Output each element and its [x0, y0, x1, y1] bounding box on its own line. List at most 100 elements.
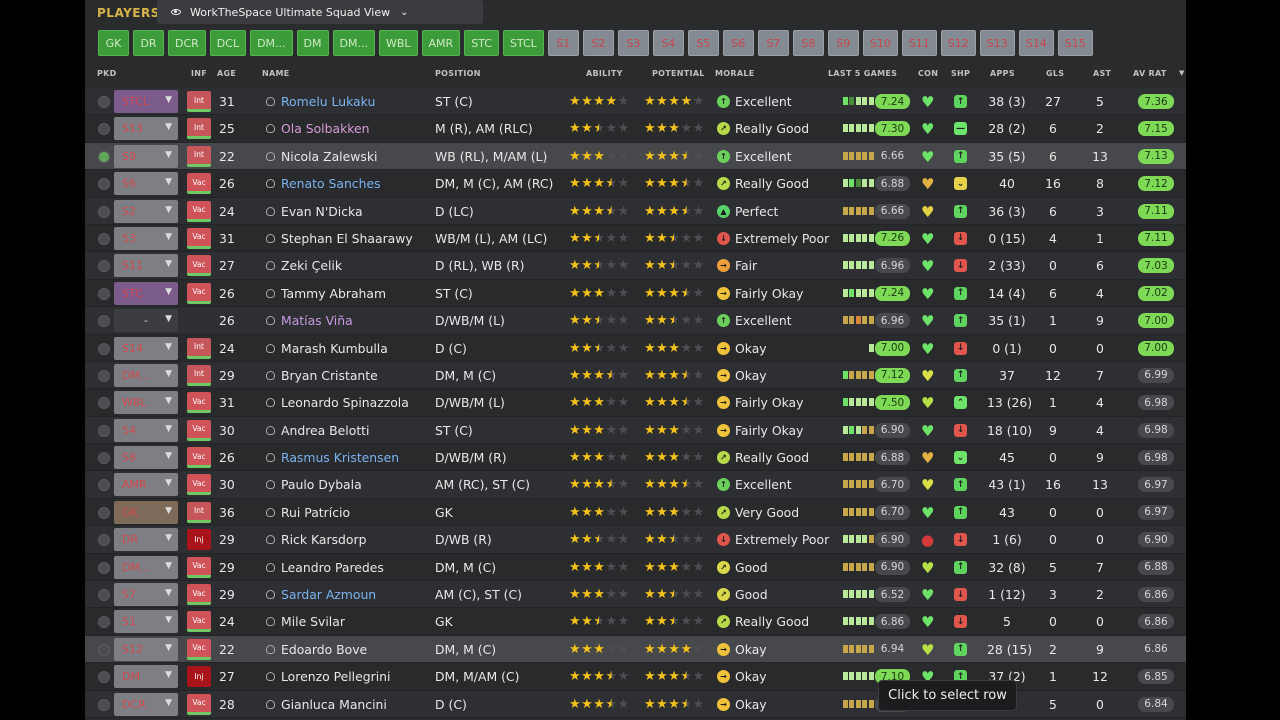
position-select[interactable]: S1 ▼ — [114, 610, 178, 634]
table-row[interactable]: S12 ▼ Vac 22 Edoardo Bove DM, M (C) ★★★★… — [85, 635, 1186, 664]
status-badge[interactable]: Vac — [187, 638, 211, 660]
position-select[interactable]: GK ▼ — [114, 500, 178, 524]
status-badge[interactable]: Vac — [187, 282, 211, 304]
player-name[interactable]: Renato Sanches — [281, 176, 381, 191]
status-badge[interactable]: Int — [187, 501, 211, 523]
picked-checkbox[interactable] — [98, 534, 110, 547]
player-name[interactable]: Marash Kumbulla — [281, 341, 388, 356]
position-select[interactable]: - ▼ — [114, 309, 178, 333]
filter-chip-s9[interactable]: S9 — [827, 30, 859, 56]
position-select[interactable]: DM... ▼ — [114, 363, 178, 387]
table-row[interactable]: DM ▼ Inj 27 Lorenzo Pellegrini DM, M/AM … — [85, 663, 1186, 691]
col-pkd[interactable]: PKD — [97, 69, 117, 78]
position-select[interactable]: S7 ▼ — [114, 583, 178, 607]
player-name[interactable]: Leandro Paredes — [281, 560, 384, 575]
picked-checkbox[interactable] — [98, 424, 110, 437]
col-inf[interactable]: INF — [191, 69, 207, 78]
table-row[interactable]: S4 ▼ Vac 30 Andrea Belotti ST (C) ★★★★★ … — [85, 416, 1186, 445]
col-ability[interactable]: ABILITY — [586, 69, 623, 78]
picked-checkbox[interactable] — [98, 452, 110, 465]
status-badge[interactable]: Vac — [187, 611, 211, 633]
status-badge[interactable]: Int — [187, 364, 211, 386]
picked-checkbox[interactable] — [98, 643, 110, 656]
picked-checkbox[interactable] — [98, 589, 110, 602]
status-badge[interactable]: Vac — [187, 584, 211, 606]
picked-checkbox[interactable] — [98, 178, 110, 191]
player-name[interactable]: Edoardo Bove — [281, 642, 367, 657]
status-badge[interactable]: Int — [187, 91, 211, 112]
player-name[interactable]: Paulo Dybala — [281, 477, 362, 492]
table-row[interactable]: DR ▼ Inj 29 Rick Karsdorp D/WB (R) ★★★★★… — [85, 526, 1186, 554]
picked-checkbox[interactable] — [98, 260, 110, 273]
filter-chip-s14[interactable]: S14 — [1018, 30, 1054, 56]
position-select[interactable]: STCL ▼ — [114, 90, 178, 113]
status-badge[interactable]: Vac — [187, 255, 211, 277]
position-select[interactable]: AMR ▼ — [114, 473, 178, 497]
table-row[interactable]: DM... ▼ Vac 29 Leandro Paredes DM, M (C)… — [85, 553, 1186, 582]
status-badge[interactable]: Inj — [187, 666, 211, 688]
filter-chip-dm[interactable]: DM — [296, 30, 329, 56]
picked-checkbox[interactable] — [98, 232, 110, 245]
filter-chip-dm[interactable]: DM... — [332, 30, 375, 56]
table-row[interactable]: S8 ▼ Vac 26 Rasmus Kristensen D/WB/M (R)… — [85, 444, 1186, 472]
picked-checkbox[interactable] — [98, 616, 110, 629]
filter-chip-dr[interactable]: DR — [133, 30, 164, 56]
player-name[interactable]: Matías Viña — [281, 313, 353, 328]
position-select[interactable]: S11 ▼ — [114, 254, 178, 278]
filter-chip-s5[interactable]: S5 — [687, 30, 719, 56]
picked-checkbox[interactable] — [98, 96, 110, 108]
col-age[interactable]: AGE — [217, 69, 236, 78]
table-row[interactable]: AMR ▼ Vac 30 Paulo Dybala AM (RC), ST (C… — [85, 471, 1186, 499]
position-select[interactable]: S9 ▼ — [114, 144, 178, 168]
picked-checkbox[interactable] — [98, 561, 110, 574]
filter-chip-s12[interactable]: S12 — [940, 30, 976, 56]
col-avrat[interactable]: AV RAT — [1133, 69, 1167, 78]
picked-checkbox[interactable] — [98, 205, 110, 218]
picked-checkbox[interactable] — [98, 698, 110, 711]
picked-checkbox[interactable] — [98, 342, 110, 355]
filter-chip-s4[interactable]: S4 — [652, 30, 684, 56]
col-apps[interactable]: APPS — [990, 69, 1015, 78]
player-name[interactable]: Bryan Cristante — [281, 368, 378, 383]
filter-chip-s1[interactable]: S1 — [547, 30, 579, 56]
position-select[interactable]: STC ▼ — [114, 281, 178, 305]
table-row[interactable]: WBL ▼ Vac 31 Leonardo Spinazzola D/WB/M … — [85, 389, 1186, 417]
position-select[interactable]: S6 ▼ — [114, 172, 178, 196]
position-select[interactable]: S3 ▼ — [114, 226, 178, 250]
position-select[interactable]: S4 ▼ — [114, 418, 178, 442]
status-badge[interactable]: Vac — [187, 474, 211, 496]
table-row[interactable]: S13 ▼ Int 25 Ola Solbakken M (R), AM (RL… — [85, 115, 1186, 143]
status-badge[interactable]: Vac — [187, 447, 211, 469]
player-name[interactable]: Andrea Belotti — [281, 423, 369, 438]
filter-chip-s7[interactable]: S7 — [757, 30, 789, 56]
filter-chip-s3[interactable]: S3 — [617, 30, 649, 56]
table-row[interactable]: S14 ▼ Int 24 Marash Kumbulla D (C) ★★★★★… — [85, 334, 1186, 362]
col-shp[interactable]: SHP — [951, 69, 970, 78]
position-select[interactable]: S14 ▼ — [114, 336, 178, 360]
filter-chip-s11[interactable]: S11 — [901, 30, 937, 56]
picked-checkbox[interactable] — [98, 506, 110, 519]
position-select[interactable]: S13 ▼ — [114, 117, 178, 141]
picked-checkbox[interactable] — [98, 671, 110, 684]
table-row[interactable]: STCL ▼ Int 31 Romelu Lukaku ST (C) ★★★★★… — [85, 88, 1186, 116]
player-name[interactable]: Sardar Azmoun — [281, 587, 376, 602]
position-select[interactable]: S2 ▼ — [114, 199, 178, 223]
player-name[interactable]: Rasmus Kristensen — [281, 450, 399, 465]
col-name[interactable]: NAME — [262, 69, 290, 78]
filter-chip-s15[interactable]: S15 — [1057, 30, 1093, 56]
table-row[interactable]: STC ▼ Vac 26 Tammy Abraham ST (C) ★★★★★ … — [85, 279, 1186, 308]
status-badge[interactable]: Vac — [187, 227, 211, 249]
filter-chip-s10[interactable]: S10 — [862, 30, 898, 56]
picked-checkbox[interactable] — [98, 287, 110, 300]
status-badge[interactable]: Vac — [187, 693, 211, 715]
player-name[interactable]: Gianluca Mancini — [281, 697, 387, 712]
position-select[interactable]: DM ▼ — [114, 665, 178, 689]
picked-checkbox[interactable] — [98, 315, 110, 328]
status-badge[interactable]: Vac — [187, 556, 211, 578]
player-name[interactable]: Tammy Abraham — [281, 286, 386, 301]
table-row[interactable]: S1 ▼ Vac 24 Mile Svilar GK ★★★★★ ★★★★★ ↗… — [85, 608, 1186, 636]
status-badge[interactable]: Vac — [187, 419, 211, 441]
player-name[interactable]: Stephan El Shaarawy — [281, 231, 413, 246]
player-name[interactable]: Rui Patrício — [281, 505, 350, 520]
status-badge[interactable]: Vac — [187, 173, 211, 195]
